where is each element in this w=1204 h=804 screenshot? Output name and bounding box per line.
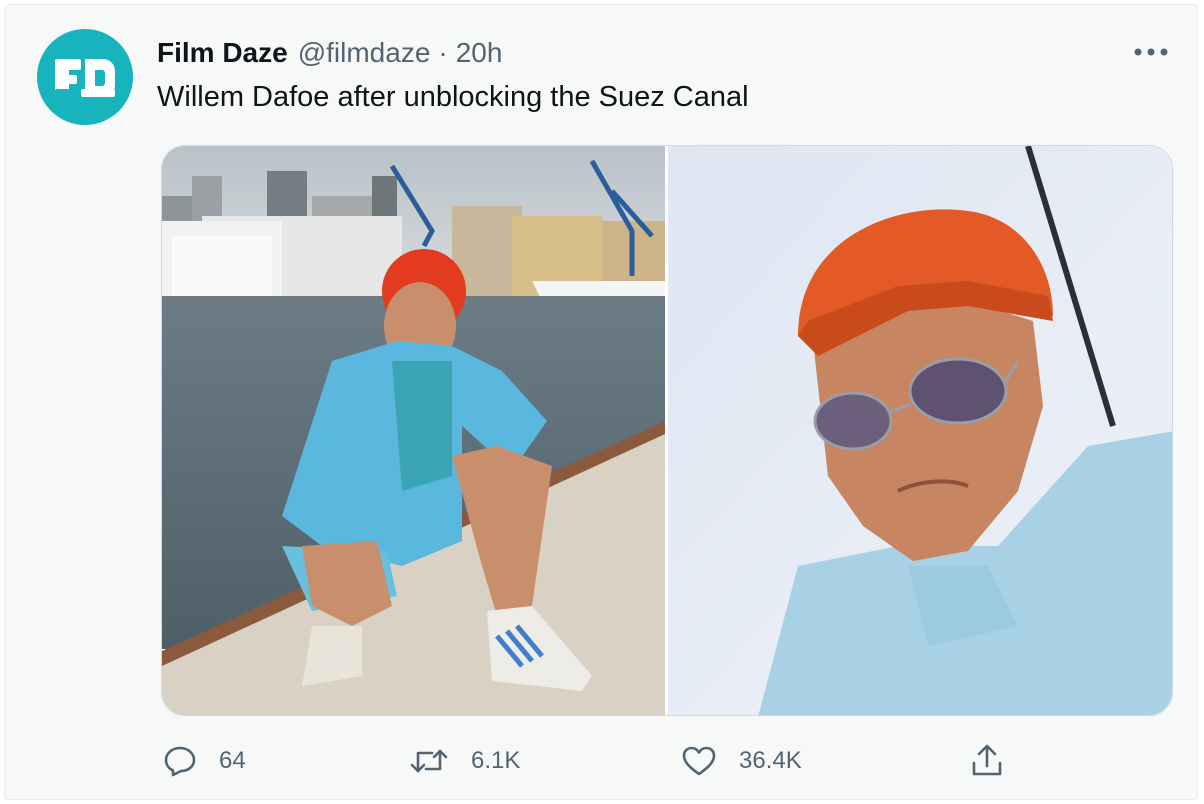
tweet-card[interactable]: Film Daze @filmdaze · 20h Willem Dafoe a… [4, 4, 1198, 800]
like-button[interactable]: 36.4K [681, 735, 802, 787]
like-count: 36.4K [739, 747, 802, 774]
separator-dot: · [438, 37, 448, 68]
reply-icon [164, 746, 196, 777]
reply-count: 64 [219, 747, 246, 774]
author-handle[interactable]: @filmdaze [298, 37, 431, 69]
tweet-text: Willem Dafoe after unblocking the Suez C… [157, 81, 749, 113]
timestamp[interactable]: 20h [456, 37, 503, 69]
retweet-icon [410, 749, 448, 773]
portrait-photo-image [668, 146, 1172, 715]
tweet-actions: 64 6.1K 36.4K [5, 735, 1197, 787]
film-daze-logo-icon [55, 59, 115, 97]
reply-button[interactable]: 64 [163, 735, 246, 787]
author-name[interactable]: Film Daze [157, 37, 288, 69]
photo-right[interactable] [668, 146, 1172, 715]
share-button[interactable] [971, 735, 1003, 787]
heart-icon [682, 746, 716, 776]
tweet-header: Film Daze @filmdaze · 20h [157, 33, 502, 73]
harbor-photo-image [162, 146, 665, 715]
share-icon [972, 744, 1002, 776]
avatar[interactable] [37, 29, 133, 125]
more-options-button[interactable] [1129, 37, 1173, 67]
photo-left[interactable] [162, 146, 665, 715]
retweet-button[interactable]: 6.1K [409, 735, 520, 787]
tweet-media[interactable] [161, 145, 1173, 716]
more-horizontal-icon [1134, 48, 1168, 56]
retweet-count: 6.1K [471, 747, 521, 774]
